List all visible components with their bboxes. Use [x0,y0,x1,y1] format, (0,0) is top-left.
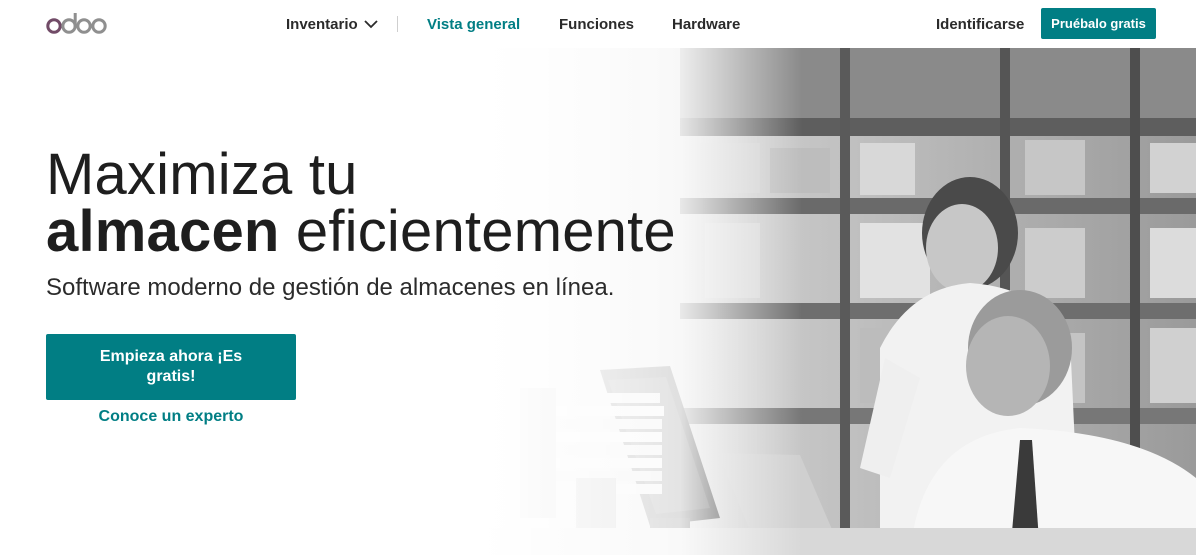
nav-inventario-label: Inventario [286,15,358,33]
start-free-button[interactable]: Empieza ahora ¡Es gratis! [46,334,296,400]
nav-inventario-dropdown[interactable]: Inventario [286,0,378,48]
hero-title: Maximiza tu almacen eficientemente [46,146,676,261]
top-navigation-bar: odoo Inventario Vista general Funciones … [0,0,1196,48]
hero-subtitle: Software moderno de gestión de almacenes… [46,274,615,301]
nav-vista-general[interactable]: Vista general [427,0,520,48]
odoo-logo[interactable]: odoo [46,12,110,36]
hero-title-bold-word: almacen [46,199,280,264]
try-free-button[interactable]: Pruébalo gratis [1041,8,1156,39]
nav-divider [397,16,398,32]
meet-expert-link[interactable]: Conoce un experto [46,408,296,426]
nav-funciones[interactable]: Funciones [559,0,634,48]
chevron-down-icon [364,20,378,29]
hero-title-line1: Maximiza tu [46,142,358,207]
nav-hardware[interactable]: Hardware [672,0,740,48]
hero-title-rest: eficientemente [279,199,676,264]
login-link[interactable]: Identificarse [936,0,1024,48]
